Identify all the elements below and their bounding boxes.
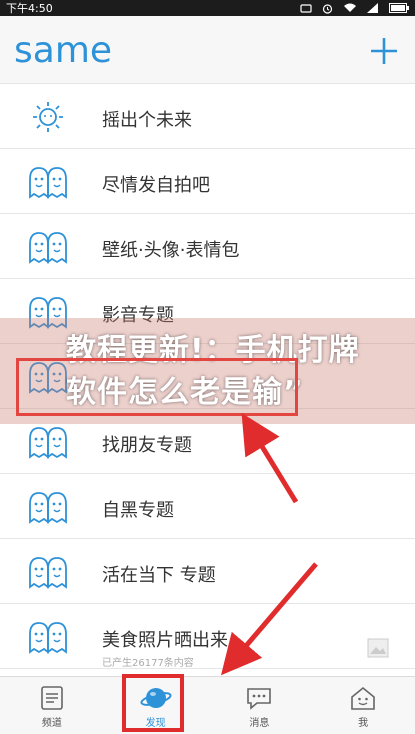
list-item-label: 尽情发自拍吧 [102,175,210,196]
list-item-count: 已产生26177条内容 [102,658,194,669]
image-placeholder-icon [367,638,389,658]
list-item-label: 美食照片晒出来 [102,630,228,651]
list-item[interactable]: 美食照片晒出来 已产生26177条内容 [0,604,415,669]
tab-label: 频道 [41,718,62,729]
list-item[interactable]: 活在当下 专题 [0,539,415,604]
tab-label: 消息 [249,718,270,729]
alarm-icon [322,3,333,14]
tab-channel[interactable]: 频道 [0,677,104,734]
tab-messages[interactable]: 消息 [208,677,312,734]
list-item[interactable]: 壁纸·头像·表情包 [0,214,415,279]
app-header: same [0,16,415,84]
highlight-box [122,674,184,732]
status-time: 下午4:50 [6,2,53,15]
ghost-icon [29,427,67,459]
app-logo: same [14,30,113,71]
notification-icon [300,4,312,13]
list-item-label: 摇出个未来 [102,110,192,131]
list-item-label: 壁纸·头像·表情包 [102,240,240,261]
list-item[interactable]: 尽情发自拍吧 [0,149,415,214]
signal-icon [367,3,378,13]
highlight-box [16,358,298,416]
home-face-icon [351,686,375,710]
bottom-tab-bar: 频道 发现 消息 我 [0,676,415,734]
sun-icon [33,102,63,132]
list-item[interactable]: 自黑专题 [0,474,415,539]
doc-icon [41,686,63,710]
ghost-icon [29,557,67,589]
battery-icon [389,3,409,13]
status-icons [300,3,409,14]
ghost-icon [29,232,67,264]
ghost-icon [29,167,67,199]
status-bar: 下午4:50 [0,0,415,16]
add-icon[interactable] [369,36,399,66]
chat-icon [247,688,272,710]
tab-me[interactable]: 我 [311,677,415,734]
ghost-icon [29,492,67,524]
list-item-label: 找朋友专题 [102,435,192,456]
wifi-icon [344,3,356,12]
ghost-icon [29,622,67,654]
list-item[interactable]: 摇出个未来 [0,84,415,149]
list-item-label: 自黑专题 [102,500,174,521]
tab-label: 我 [358,718,369,729]
list-item-label: 活在当下 专题 [102,565,216,586]
